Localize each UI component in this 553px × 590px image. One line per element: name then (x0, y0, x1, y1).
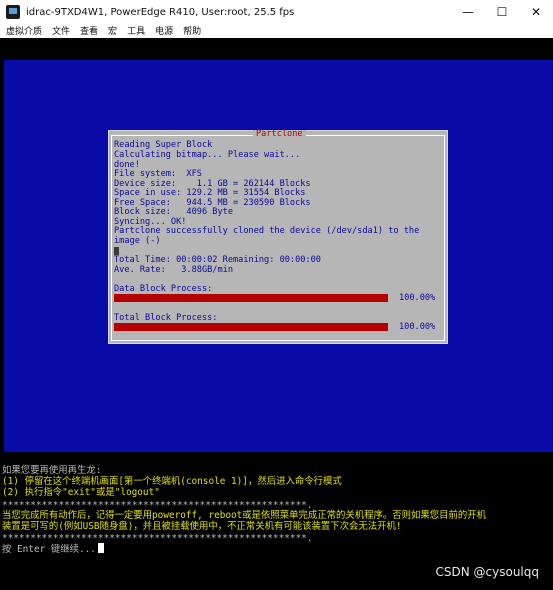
terminal-line: 装置是可写的(例如USB随身盘)，并且被挂载使用中，不正常关机有可能该装置下次会… (2, 521, 402, 532)
log-line: File system: XFS (114, 169, 202, 179)
menu-bar: 虚拟介质 文件 查看 宏 工具 电源 帮助 (0, 22, 553, 38)
maximize-button[interactable]: ☐ (485, 0, 519, 24)
title-bar: idrac-9TXD4W1, PowerEdge R410, User:root… (0, 0, 553, 24)
watermark: CSDN @cysoulqq (435, 565, 540, 579)
menu-virtual-media[interactable]: 虚拟介质 (6, 24, 42, 37)
data-block-label: Data Block Process: (114, 284, 213, 294)
menu-macro[interactable]: 宏 (108, 24, 117, 37)
log-line: Reading Super Block (114, 140, 213, 150)
prompt-cursor (97, 543, 104, 553)
window-controls: — ☐ ✕ (451, 0, 553, 24)
total-block-percent: 100.00% (399, 322, 436, 332)
log-line: Calculating bitmap... Please wait... (114, 150, 301, 160)
menu-file[interactable]: 文件 (52, 24, 70, 37)
log-line: Space in use: 129.2 MB = 31554 Blocks (114, 188, 306, 198)
terminal-line: (2) 执行指令"exit"或是"logout" (2, 487, 160, 498)
partclone-screen: Partclone Reading Super Block Calculatin… (4, 60, 553, 452)
close-button[interactable]: ✕ (519, 0, 553, 24)
data-block-progress-bar (114, 294, 388, 302)
dialog-title: Partclone (253, 130, 306, 138)
data-block-percent: 100.00% (399, 293, 436, 303)
minimize-button[interactable]: — (451, 0, 485, 24)
log-line: image (-) (114, 236, 161, 246)
menu-tools[interactable]: 工具 (127, 24, 145, 37)
rate-line: Ave. Rate: 3.88GB/min (114, 265, 233, 275)
log-line: Block size: 4096 Byte (114, 207, 233, 217)
remote-console[interactable]: Partclone Reading Super Block Calculatin… (0, 38, 553, 590)
window-title: idrac-9TXD4W1, PowerEdge R410, User:root… (26, 6, 295, 18)
total-time-line: Total Time: 00:00:02 Remaining: 00:00:00 (114, 255, 321, 265)
terminal-line: 当您完成所有动作后，记得一定要用poweroff, reboot或是依照菜单完成… (2, 510, 487, 521)
app-icon (6, 5, 20, 19)
partclone-dialog: Partclone Reading Super Block Calculatin… (108, 130, 448, 344)
log-line: Partclone successfully cloned the device… (114, 226, 420, 236)
prompt-text: 按 Enter 键继续... (2, 544, 96, 555)
terminal-prompt[interactable]: 按 Enter 键继续... (2, 543, 104, 555)
total-block-progress-bar (114, 323, 388, 331)
total-block-label: Total Block Process: (114, 313, 218, 323)
terminal-line: (1) 停留在这个终端机画面[第一个终端机(console 1)]，然后进入命令… (2, 476, 342, 487)
text-cursor (114, 247, 119, 255)
terminal-line: 如果您要再使用再生龙: (2, 465, 102, 476)
menu-help[interactable]: 帮助 (183, 24, 201, 37)
menu-power[interactable]: 电源 (155, 24, 173, 37)
dialog-frame (111, 135, 445, 341)
menu-view[interactable]: 查看 (80, 24, 98, 37)
